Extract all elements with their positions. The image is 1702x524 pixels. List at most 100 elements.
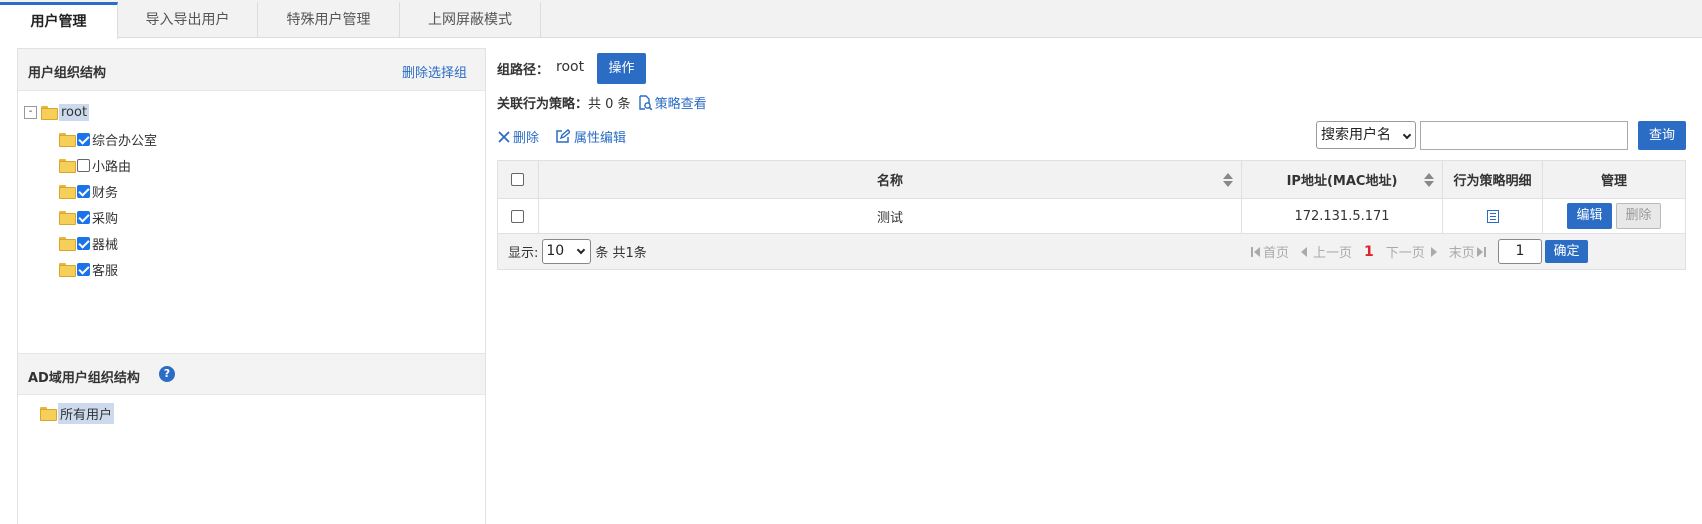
group-checkbox[interactable]	[77, 262, 90, 276]
column-policy-detail: 行为策略明细	[1443, 161, 1543, 198]
search-type-select[interactable]: 搜索用户名	[1316, 121, 1416, 149]
user-table: 名称 IP地址(MAC地址) 行为策略明细 管理 测试 172.131.5.17…	[497, 160, 1686, 270]
tree-group-label[interactable]: 客服	[92, 260, 118, 279]
goto-page-input[interactable]: 1	[1498, 239, 1542, 264]
delete-action-label[interactable]: 删除	[513, 127, 539, 146]
select-all-cell	[498, 161, 539, 198]
row-policy-cell	[1443, 199, 1543, 233]
tree-group-item[interactable]: 客服	[59, 259, 118, 279]
group-path-value: root	[556, 59, 585, 75]
help-icon[interactable]: ?	[159, 366, 175, 382]
tab-special-users[interactable]: 特殊用户管理	[258, 2, 400, 38]
tree-group-label[interactable]: 综合办公室	[92, 130, 157, 149]
tree-group-item[interactable]: 器械	[59, 233, 118, 253]
first-page-link[interactable]: 首页	[1263, 242, 1289, 261]
group-checkbox[interactable]	[77, 184, 90, 198]
list-detail-icon[interactable]	[1486, 209, 1499, 223]
delete-group-link[interactable]: 删除选择组	[402, 62, 467, 81]
tab-block-mode[interactable]: 上网屏蔽模式	[400, 2, 541, 38]
ad-root-node[interactable]: 所有用户	[40, 402, 115, 424]
edit-properties-label[interactable]: 属性编辑	[574, 127, 626, 146]
row-checkbox[interactable]	[510, 209, 524, 223]
page-size-value: 10	[546, 243, 565, 259]
operate-button[interactable]: 操作	[597, 53, 646, 84]
prev-page-icon	[1301, 246, 1308, 257]
row-manage-cell: 编辑 删除	[1543, 199, 1685, 233]
column-name[interactable]: 名称	[539, 161, 1242, 198]
row-select-cell	[498, 199, 539, 233]
column-name-label: 名称	[876, 174, 903, 189]
total-summary: 条 共1条	[595, 246, 647, 261]
pagination: 首页 上一页 1 下一页 末页	[1251, 234, 1489, 269]
column-policy-label: 行为策略明细	[1453, 174, 1532, 189]
next-page-icon	[1430, 246, 1437, 257]
tab-user-management[interactable]: 用户管理	[0, 2, 118, 39]
tree-group-item[interactable]: 采购	[59, 207, 118, 227]
edit-button[interactable]: 编辑	[1567, 203, 1612, 229]
column-manage: 管理	[1543, 161, 1685, 198]
sort-icon[interactable]	[1223, 173, 1233, 187]
tree-group-label[interactable]: 财务	[92, 182, 118, 201]
group-checkbox[interactable]	[77, 158, 90, 172]
tree-group-label[interactable]: 采购	[92, 208, 118, 227]
next-page-link[interactable]: 下一页	[1386, 242, 1425, 261]
folder-icon	[40, 407, 57, 421]
delete-action[interactable]: 删除	[497, 127, 539, 146]
folder-icon	[59, 237, 76, 251]
folder-icon	[59, 133, 76, 147]
search-input[interactable]	[1420, 121, 1628, 150]
column-ip[interactable]: IP地址(MAC地址)	[1242, 161, 1443, 198]
ad-root-label[interactable]: 所有用户	[58, 402, 115, 424]
policy-row: 关联行为策略： 共 0 条 策略查看	[497, 93, 707, 112]
tab-import-export[interactable]: 导入导出用户	[118, 2, 258, 38]
first-page-icon	[1251, 246, 1260, 257]
query-button[interactable]: 查询	[1638, 121, 1686, 150]
tree-root-label[interactable]: root	[59, 103, 90, 121]
show-label: 显示:	[508, 246, 539, 261]
row-ip: 172.131.5.171	[1294, 208, 1390, 224]
last-page-link[interactable]: 末页	[1449, 242, 1475, 261]
row-name-cell: 测试	[539, 199, 1242, 233]
folder-icon	[59, 211, 76, 225]
collapse-toggle[interactable]: -	[24, 105, 37, 119]
tree-group-item[interactable]: 财务	[59, 181, 118, 201]
edit-icon	[556, 129, 570, 143]
chevron-down-icon	[1402, 130, 1412, 140]
page-size-select[interactable]: 10	[542, 239, 592, 264]
confirm-button[interactable]: 确定	[1545, 240, 1588, 263]
close-icon	[498, 130, 510, 143]
prev-page-link[interactable]: 上一页	[1313, 242, 1352, 261]
folder-icon	[59, 159, 76, 173]
org-structure-header: 用户组织结构 删除选择组	[18, 49, 485, 91]
tree-group-item[interactable]: 综合办公室	[59, 129, 157, 149]
select-all-checkbox[interactable]	[510, 173, 524, 186]
group-checkbox[interactable]	[77, 236, 90, 250]
ad-structure-header: AD域用户组织结构 ?	[18, 353, 485, 395]
folder-icon	[59, 263, 76, 277]
page-size-control: 显示: 10 条 共1条	[508, 234, 647, 269]
row-delete-button[interactable]: 删除	[1616, 203, 1661, 229]
edit-properties-action[interactable]: 属性编辑	[555, 127, 626, 146]
row-name: 测试	[876, 210, 903, 226]
policy-view-label[interactable]: 策略查看	[655, 93, 707, 112]
view-doc-icon	[638, 94, 652, 110]
policy-view-link[interactable]: 策略查看	[637, 93, 707, 112]
group-checkbox[interactable]	[77, 210, 90, 224]
last-page-icon	[1476, 246, 1486, 257]
group-checkbox[interactable]	[77, 132, 90, 146]
row-ip-cell: 172.131.5.171	[1242, 199, 1443, 233]
left-panel: 用户组织结构 删除选择组 - root 综合办公室 小路由 财务 采购 器械 客…	[17, 48, 486, 524]
group-path-label: 组路径：	[497, 63, 550, 78]
table-header: 名称 IP地址(MAC地址) 行为策略明细 管理	[498, 161, 1685, 199]
table-row: 测试 172.131.5.171 编辑 删除	[498, 199, 1685, 234]
tree-group-label[interactable]: 小路由	[92, 156, 131, 175]
tree-root-node[interactable]: - root	[24, 102, 90, 122]
tree-group-item[interactable]: 小路由	[59, 155, 131, 175]
column-manage-label: 管理	[1600, 174, 1627, 189]
policy-label: 关联行为策略：	[497, 97, 589, 112]
ad-structure-title: AD域用户组织结构	[28, 371, 140, 386]
sort-icon[interactable]	[1424, 173, 1434, 187]
chevron-down-icon	[577, 245, 586, 255]
tree-group-label[interactable]: 器械	[92, 234, 118, 253]
search-type-value: 搜索用户名	[1321, 127, 1391, 143]
